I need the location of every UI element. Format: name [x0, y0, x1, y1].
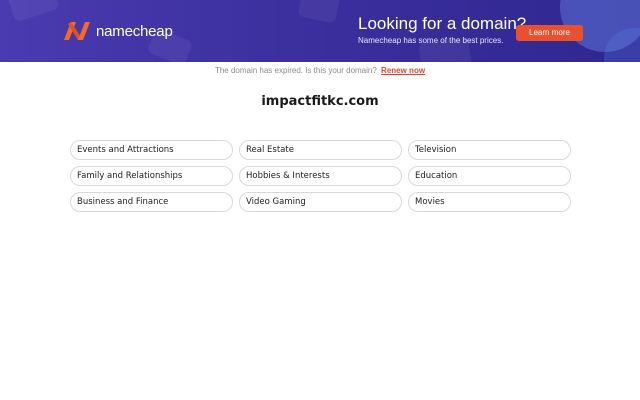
category-link[interactable]: Movies	[408, 192, 571, 212]
domain-name: impactfitkc.com	[261, 94, 379, 109]
category-link[interactable]: Family and Relationships	[70, 166, 233, 186]
category-grid: Events and Attractions Real Estate Telev…	[70, 140, 571, 212]
namecheap-logo-icon	[64, 22, 90, 40]
decorative-shape	[6, 0, 60, 23]
category-link[interactable]: Events and Attractions	[70, 140, 233, 160]
category-link[interactable]: Hobbies & Interests	[239, 166, 402, 186]
expired-notice-text: The domain has expired. Is this your dom…	[214, 66, 377, 75]
renew-now-link[interactable]: Renew now	[381, 66, 425, 75]
expired-notice: The domain has expired. Is this your dom…	[0, 66, 640, 75]
category-link[interactable]: Education	[408, 166, 571, 186]
promo-banner: namecheap Looking for a domain? Namechea…	[0, 0, 640, 62]
category-link[interactable]: Television	[408, 140, 571, 160]
namecheap-logo[interactable]: namecheap	[62, 20, 173, 42]
decorative-shape	[297, 0, 341, 24]
category-link[interactable]: Video Gaming	[239, 192, 402, 212]
promo-title: Looking for a domain?	[358, 14, 527, 33]
learn-more-button[interactable]: Learn more	[516, 25, 583, 41]
category-link[interactable]: Real Estate	[239, 140, 402, 160]
promo-text: Looking for a domain? Namecheap has some…	[358, 14, 526, 47]
brand-name: namecheap	[96, 22, 173, 40]
promo-subtitle: Namecheap has some of the best prices.	[358, 36, 504, 45]
category-link[interactable]: Business and Finance	[70, 192, 233, 212]
